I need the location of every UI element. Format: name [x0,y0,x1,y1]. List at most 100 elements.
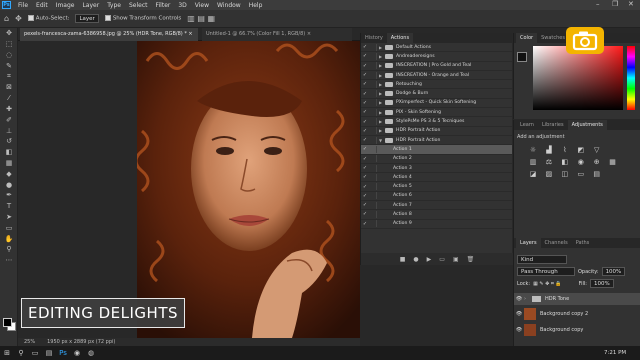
action-row[interactable]: ✓ Action 5 [361,182,512,192]
maximize-button[interactable]: ❐ [612,0,618,8]
menu-layer[interactable]: Layer [78,2,103,9]
shape-tool-icon[interactable]: ▭ [0,222,18,233]
photo-filter-icon[interactable]: ◉ [577,158,585,166]
history-brush-tool-icon[interactable]: ↺ [0,136,18,147]
zoom-tool-icon[interactable]: ⚲ [0,244,18,255]
action-set-row[interactable]: ✓ ▼ HDR Portrait Action [361,136,512,146]
dialog-toggle[interactable] [369,201,377,209]
stop-icon[interactable]: ■ [400,256,406,263]
record-icon[interactable]: ● [413,256,418,263]
lasso-tool-icon[interactable]: ◌ [0,50,18,61]
layer-name[interactable]: HDR Tone [545,296,569,302]
hue-slider[interactable] [627,46,635,110]
minimize-button[interactable]: – [596,0,600,8]
dialog-toggle[interactable] [369,155,377,163]
check-icon[interactable]: ✓ [361,193,369,199]
menu-view[interactable]: View [191,2,213,9]
vibrance-icon[interactable]: ▽ [593,146,601,154]
expand-triangle-icon[interactable]: › [524,296,532,302]
action-set-row[interactable]: ✓ ▶ Andreaderesigns [361,52,512,62]
path-select-tool-icon[interactable]: ➤ [0,212,18,223]
auto-select-dropdown[interactable]: Layer [75,14,99,23]
clock[interactable]: 7:21 PM [604,350,626,356]
color-panel-foreground-swatch[interactable] [517,52,527,62]
menu-3d[interactable]: 3D [174,2,190,9]
check-icon[interactable]: ✓ [361,165,369,171]
layer-name[interactable]: Background copy [540,327,583,333]
layer-name[interactable]: Background copy 2 [540,311,588,317]
selective-color-icon[interactable]: ▤ [593,170,601,178]
levels-icon[interactable]: ▟ [545,146,553,154]
eye-icon[interactable]: 👁 [514,311,524,317]
blur-tool-icon[interactable]: ◆ [0,168,18,179]
tab-color[interactable]: Color [516,33,538,43]
check-icon[interactable]: ✓ [361,156,369,162]
check-icon[interactable]: ✓ [361,44,369,50]
check-icon[interactable]: ✓ [361,109,369,115]
marquee-tool-icon[interactable]: ⬚ [0,39,18,50]
play-icon[interactable]: ▶ [427,256,432,263]
menu-select[interactable]: Select [125,2,152,9]
dialog-toggle[interactable] [369,210,377,218]
dialog-toggle[interactable] [369,108,377,116]
dialog-toggle[interactable] [369,99,377,107]
auto-select-checkbox[interactable]: Auto-Select: [27,15,69,22]
action-row[interactable]: ✓ Action 9 [361,220,512,229]
check-icon[interactable]: ✓ [361,91,369,97]
posterize-icon[interactable]: ▨ [545,170,553,178]
eyedropper-tool-icon[interactable]: ⁄ [0,93,18,104]
threshold-icon[interactable]: ◫ [561,170,569,178]
invert-icon[interactable]: ◪ [529,170,537,178]
quick-select-tool-icon[interactable]: ✎ [0,60,18,71]
dialog-toggle[interactable] [369,71,377,79]
dodge-tool-icon[interactable]: ● [0,179,18,190]
show-transform-checkbox[interactable]: Show Transform Controls [104,15,181,22]
tab-paths[interactable]: Paths [572,238,594,248]
new-action-icon[interactable]: ▣ [453,256,459,263]
curves-icon[interactable]: ⌇ [561,146,569,154]
action-row[interactable]: ✓ Action 3 [361,164,512,174]
new-set-icon[interactable]: ▭ [439,256,445,263]
check-icon[interactable]: ✓ [361,53,369,59]
dialog-toggle[interactable] [369,43,377,51]
action-set-row[interactable]: ✓ ▶ INSCREATION | Pro Gold and Teal [361,62,512,71]
menu-filter[interactable]: Filter [152,2,175,9]
app-icon[interactable]: ◍ [84,346,98,360]
stamp-tool-icon[interactable]: ⊥ [0,125,18,136]
portrait-photo[interactable] [137,41,360,338]
align-icons[interactable]: ▥ ▤ ▦ [187,14,215,23]
more-tools-icon[interactable]: ⋯ [0,255,18,266]
close-button[interactable]: ✕ [628,0,634,8]
crop-tool-icon[interactable]: ⌗ [0,71,18,82]
check-icon[interactable]: ✓ [361,174,369,180]
app-icon[interactable]: ◉ [70,346,84,360]
check-icon[interactable]: ✓ [361,128,369,134]
lock-icons[interactable]: ▦ ✎ ✥ ⌗ 🔒 [533,281,562,287]
dialog-toggle[interactable] [369,173,377,181]
brush-tool-icon[interactable]: ✐ [0,114,18,125]
exposure-icon[interactable]: ◩ [577,146,585,154]
healing-tool-icon[interactable]: ✚ [0,104,18,115]
search-icon[interactable]: ⚲ [14,346,28,360]
dialog-toggle[interactable] [369,164,377,172]
tab-adjustments[interactable]: Adjustments [567,120,607,130]
hand-tool-icon[interactable]: ✋ [0,233,18,244]
layer-row[interactable]: 👁 › HDR Tone [514,293,640,305]
eye-icon[interactable]: 👁 [514,296,524,302]
color-picker-field[interactable] [533,46,623,110]
check-icon[interactable]: ✓ [361,221,369,227]
home-icon[interactable]: ⌂ [4,14,9,23]
dialog-toggle[interactable] [369,62,377,70]
check-icon[interactable]: ✓ [361,72,369,78]
tab-libraries[interactable]: Libraries [538,120,568,130]
hue-saturation-icon[interactable]: ▥ [529,158,537,166]
menu-type[interactable]: Type [103,2,125,9]
check-icon[interactable]: ✓ [361,202,369,208]
check-icon[interactable]: ✓ [361,137,369,143]
action-set-row[interactable]: ✓ ▶ Retouching [361,80,512,90]
action-row[interactable]: ✓ Action 7 [361,201,512,211]
color-balance-icon[interactable]: ⚖ [545,158,553,166]
dialog-toggle[interactable] [369,118,377,126]
explorer-icon[interactable]: ▤ [42,346,56,360]
layer-row[interactable]: 👁 Background copy [514,323,640,337]
